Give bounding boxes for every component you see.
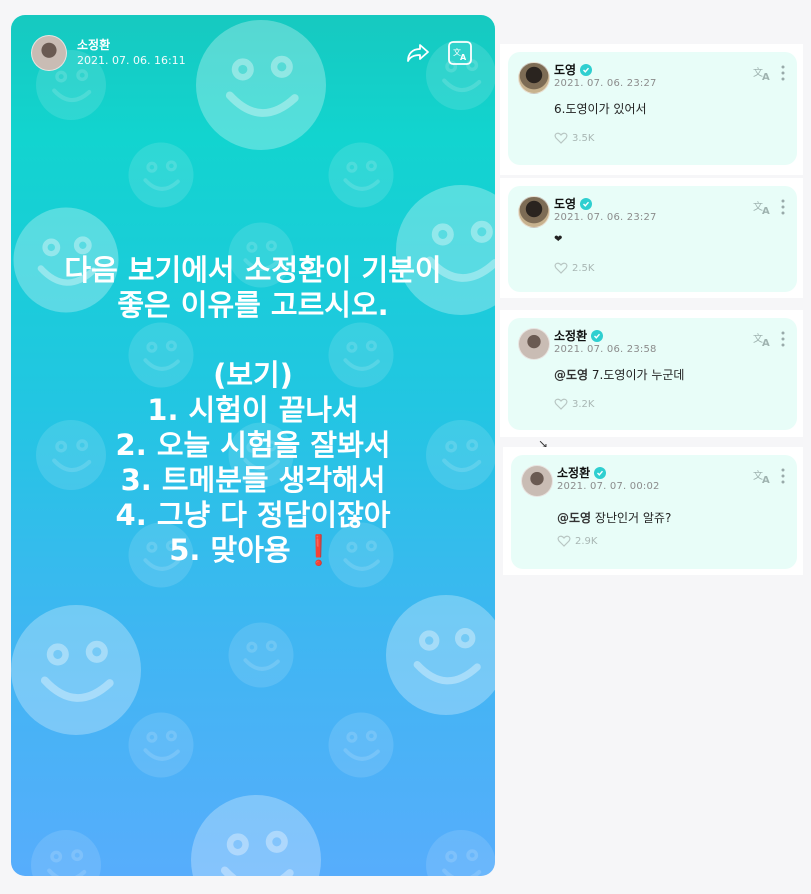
translate-icon[interactable]: 文 A: [447, 41, 473, 65]
verified-icon: [594, 466, 607, 479]
like-count-value: 3.5K: [572, 132, 595, 144]
comment-author-name: 소정환: [554, 329, 588, 343]
svg-text:A: A: [762, 475, 770, 484]
translate-icon[interactable]: 文A: [753, 331, 771, 347]
verified-icon: [580, 63, 593, 76]
comment-date: 2021. 07. 06. 23:58: [554, 344, 657, 355]
comment-author[interactable]: 소정환: [554, 327, 604, 344]
like-icon: [554, 132, 568, 144]
like-icon: [554, 398, 568, 410]
exclamation-emoji: ❗: [300, 533, 337, 567]
like-count-value: 2.5K: [572, 262, 595, 274]
avatar[interactable]: [518, 62, 550, 94]
like-icon: [557, 535, 571, 547]
comment-wrapper: 도영 2021. 07. 06. 23:27 ❤ 2.5K 文A: [500, 178, 803, 298]
comment-body: 7.도영이가 누군데: [591, 368, 685, 382]
avatar[interactable]: [518, 328, 550, 360]
post-text-line: 3. 트메분들 생각해서: [120, 463, 386, 497]
comment-body: 장난인거 알쥬?: [594, 511, 672, 525]
avatar[interactable]: [518, 196, 550, 228]
post-text-line: 다음 보기에서 소정환이 기분이: [64, 253, 442, 287]
post-actions: 文 A: [405, 41, 473, 65]
translate-icon[interactable]: 文A: [753, 65, 771, 81]
more-options-icon[interactable]: [780, 467, 786, 485]
comment-author[interactable]: 도영: [554, 61, 593, 78]
post-text-line: 5. 맞아용: [169, 533, 291, 567]
verified-icon: [591, 329, 604, 342]
comment-date: 2021. 07. 06. 23:27: [554, 78, 657, 89]
post-text-line: 2. 오늘 시험을 잘봐서: [115, 428, 391, 462]
like-count[interactable]: 3.5K: [554, 132, 594, 144]
mention-link[interactable]: @도영: [557, 511, 591, 525]
comment-text: ❤: [554, 234, 562, 245]
translate-icon[interactable]: 文A: [753, 199, 771, 215]
like-count[interactable]: 2.5K: [554, 262, 594, 274]
translate-icon[interactable]: 文A: [753, 468, 771, 484]
svg-text:A: A: [762, 72, 770, 81]
post-body-text: 다음 보기에서 소정환이 기분이 좋은 이유를 고르시오. (보기) 1. 시험…: [11, 253, 495, 568]
comment-author[interactable]: 소정환: [557, 464, 607, 481]
avatar[interactable]: [521, 465, 553, 497]
post-date: 2021. 07. 06. 16:11: [77, 54, 186, 67]
comment-date: 2021. 07. 07. 00:02: [557, 481, 660, 492]
comment-author-name: 도영: [554, 63, 577, 77]
comment-wrapper: 도영 2021. 07. 06. 23:27 6.도영이가 있어서 3.5K 文…: [500, 44, 803, 175]
comment-text: @도영 장난인거 알쥬?: [557, 509, 671, 526]
post-text-line-last: 5. 맞아용 ❗: [11, 533, 495, 568]
comment-card: 소정환 2021. 07. 07. 00:02 @도영 장난인거 알쥬? 2.9…: [511, 455, 797, 569]
like-icon: [554, 262, 568, 274]
post-text-line: (보기): [213, 358, 293, 392]
like-count[interactable]: 2.9K: [557, 535, 597, 547]
more-options-icon[interactable]: [780, 64, 786, 82]
more-options-icon[interactable]: [780, 198, 786, 216]
like-count-value: 2.9K: [575, 535, 598, 547]
svg-text:A: A: [762, 338, 770, 347]
comment-card: 도영 2021. 07. 06. 23:27 6.도영이가 있어서 3.5K 文…: [508, 52, 797, 165]
svg-text:A: A: [762, 206, 770, 215]
post-card: 소정환 2021. 07. 06. 16:11 文 A 다음 보기에서 소정환이…: [11, 15, 495, 876]
comment-author-name: 도영: [554, 197, 577, 211]
like-count[interactable]: 3.2K: [554, 398, 594, 410]
post-text-line: 4. 그냥 다 정답이잖아: [115, 498, 391, 532]
post-header: 소정환 2021. 07. 06. 16:11: [31, 35, 186, 71]
comment-card: 도영 2021. 07. 06. 23:27 ❤ 2.5K 文A: [508, 186, 797, 292]
comment-text: @도영 7.도영이가 누군데: [554, 366, 684, 383]
comment-date: 2021. 07. 06. 23:27: [554, 212, 657, 223]
comment-body: 6.도영이가 있어서: [554, 102, 647, 116]
more-options-icon[interactable]: [780, 330, 786, 348]
avatar[interactable]: [31, 35, 67, 71]
comment-author[interactable]: 도영: [554, 195, 593, 212]
post-text-line: 좋은 이유를 고르시오.: [117, 288, 389, 322]
comment-author-name: 소정환: [557, 466, 591, 480]
post-author-name[interactable]: 소정환: [77, 38, 186, 53]
share-icon[interactable]: [405, 41, 431, 65]
comment-body: ❤: [554, 234, 563, 245]
post-text-line: 1. 시험이 끝나서: [147, 393, 359, 427]
mention-link[interactable]: @도영: [554, 368, 588, 382]
svg-text:A: A: [460, 53, 467, 62]
comment-text: 6.도영이가 있어서: [554, 100, 647, 117]
comment-wrapper: 소정환 2021. 07. 07. 00:02 @도영 장난인거 알쥬? 2.9…: [503, 447, 803, 575]
comment-wrapper: 소정환 2021. 07. 06. 23:58 @도영 7.도영이가 누군데 3…: [500, 310, 803, 437]
post-text-blank-line: [11, 323, 495, 358]
verified-icon: [580, 197, 593, 210]
comment-card: 소정환 2021. 07. 06. 23:58 @도영 7.도영이가 누군데 3…: [508, 318, 797, 430]
like-count-value: 3.2K: [572, 398, 595, 410]
post-author-info: 소정환 2021. 07. 06. 16:11: [77, 38, 186, 68]
